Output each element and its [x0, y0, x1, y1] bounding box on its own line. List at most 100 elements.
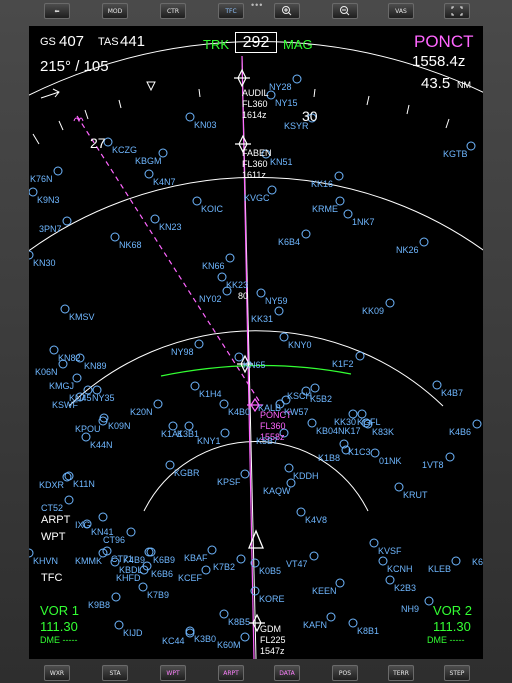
waypoint-label[interactable]: K1B8	[318, 453, 340, 463]
waypoint-label[interactable]: NY02	[199, 294, 222, 304]
waypoint-label[interactable]: K60M	[217, 640, 241, 650]
waypoint-label[interactable]: 01NK	[379, 456, 402, 466]
waypoint-label[interactable]: NK68	[119, 240, 142, 250]
waypoint-label[interactable]: K5B7	[256, 436, 278, 446]
waypoint-label[interactable]: K8B5	[228, 617, 250, 627]
waypoint-label[interactable]: KPSF	[217, 477, 241, 487]
waypoint-label[interactable]: KVSF	[378, 546, 402, 556]
fullscreen-button[interactable]	[444, 3, 470, 19]
waypoint-label[interactable]: K8B1	[357, 626, 379, 636]
waypoint-label[interactable]: KSCH	[287, 391, 312, 401]
waypoint-label[interactable]: KBGM	[135, 156, 162, 166]
waypoint-label[interactable]: K4V8	[305, 515, 327, 525]
waypoint-label[interactable]: KGFL	[357, 417, 381, 427]
waypoint-label[interactable]: KHVN	[33, 556, 58, 566]
data-button[interactable]: DATA	[274, 665, 300, 681]
waypoint-label[interactable]: KGTB	[443, 149, 468, 159]
back-button[interactable]: ⬅	[44, 3, 70, 19]
waypoint-label[interactable]: KEEN	[312, 586, 337, 596]
waypoint-label[interactable]: K4N7	[153, 177, 176, 187]
ctr-button[interactable]: CTR	[160, 3, 186, 19]
waypoint-label[interactable]: K20N	[130, 407, 153, 417]
waypoint-label[interactable]: KN51	[270, 157, 293, 167]
waypoint-label[interactable]: NK17	[338, 426, 361, 436]
terr-button[interactable]: TERR	[388, 665, 414, 681]
map-filter-wpt[interactable]: WPT	[41, 531, 65, 543]
zoom-out-button[interactable]	[332, 3, 358, 19]
waypoint-label[interactable]: KPOU	[75, 424, 101, 434]
waypoint-label[interactable]: K6B6	[151, 569, 173, 579]
waypoint-label[interactable]: K76N	[30, 174, 53, 184]
waypoint-label[interactable]: NK26	[396, 245, 419, 255]
waypoint-label[interactable]: KK23	[226, 280, 248, 290]
waypoint-label[interactable]: K6B9	[153, 555, 175, 565]
waypoint-label[interactable]: KSWF	[52, 400, 78, 410]
waypoint-label[interactable]: K09N	[108, 421, 131, 431]
fp-label-faben[interactable]: FABEN FL360 1611z	[242, 148, 272, 181]
waypoint-label[interactable]: KBAF	[184, 553, 208, 563]
map-filter-tfc[interactable]: TFC	[41, 572, 62, 584]
waypoint-label[interactable]: KN82	[58, 353, 81, 363]
menu-dots-icon[interactable]: •••	[251, 0, 263, 10]
waypoint-label[interactable]: KMGJ	[49, 381, 74, 391]
waypoint-label[interactable]: KNY0	[288, 340, 312, 350]
waypoint-label[interactable]: KVGC	[244, 193, 270, 203]
mod-button[interactable]: MOD	[102, 3, 128, 19]
waypoint-label[interactable]: KMMK	[75, 556, 102, 566]
waypoint-label[interactable]: K06N	[35, 367, 58, 377]
waypoint-label[interactable]: KIJD	[123, 628, 143, 638]
waypoint-label[interactable]: K44N	[90, 440, 113, 450]
waypoint-label[interactable]: NY98	[171, 347, 194, 357]
waypoint-label[interactable]: KLEB	[428, 564, 451, 574]
waypoint-label[interactable]: KRME	[312, 204, 338, 214]
waypoint-label[interactable]: K9N3	[37, 195, 60, 205]
waypoint-label[interactable]: KOIC	[201, 204, 223, 214]
waypoint-label[interactable]: K0B5	[259, 566, 281, 576]
fp-label-gdm[interactable]: GDM FL225 1547z	[260, 624, 286, 657]
waypoint-label[interactable]: K6B4	[278, 237, 300, 247]
waypoint-label[interactable]: 1NK7	[352, 217, 375, 227]
waypoint-label[interactable]: K1C3	[348, 447, 371, 457]
waypoint-label[interactable]: KN89	[84, 361, 107, 371]
arpt-button[interactable]: ARPT	[218, 665, 244, 681]
waypoint-label[interactable]: NY15	[275, 98, 298, 108]
waypoint-label[interactable]: K5B2	[310, 394, 332, 404]
waypoint-label[interactable]: K3B0	[194, 634, 216, 644]
wpt-button[interactable]: WPT	[160, 665, 186, 681]
waypoint-label[interactable]: K9B8	[88, 600, 110, 610]
waypoint-label[interactable]: NY35	[92, 393, 115, 403]
waypoint-label[interactable]: KN30	[33, 258, 56, 268]
waypoint-label[interactable]: NH9	[401, 604, 419, 614]
waypoint-label[interactable]: KCZG	[112, 145, 137, 155]
waypoint-label[interactable]: KDXR	[39, 480, 64, 490]
waypoint-label[interactable]: KN03	[194, 120, 217, 130]
waypoint-label[interactable]: K6B	[472, 557, 483, 567]
waypoint-label[interactable]: KW57	[284, 407, 309, 417]
waypoint-label[interactable]: K1F2	[332, 359, 354, 369]
waypoint-label[interactable]: KC44	[162, 636, 185, 646]
waypoint-label[interactable]: K4B6	[449, 427, 471, 437]
waypoint-label[interactable]: CT96	[103, 535, 125, 545]
waypoint-label[interactable]: IXG	[75, 520, 91, 530]
waypoint-label[interactable]: KALB	[258, 403, 281, 413]
sta-button[interactable]: STA	[102, 665, 128, 681]
waypoint-label[interactable]: K83K	[372, 427, 394, 437]
waypoint-label[interactable]: NY28	[269, 82, 292, 92]
waypoint-label[interactable]: KDDH	[293, 471, 319, 481]
tfc-button[interactable]: TFC	[218, 3, 244, 19]
wxr-button[interactable]: WXR	[44, 665, 70, 681]
waypoint-label[interactable]: KRUT	[403, 490, 428, 500]
waypoint-label[interactable]: KN23	[159, 222, 182, 232]
waypoint-label[interactable]: KN66	[202, 261, 225, 271]
waypoint-label[interactable]: KGBR	[174, 468, 200, 478]
fp-label-audil[interactable]: AUDIL FL360 1614z	[242, 88, 269, 121]
waypoint-label[interactable]: KORE	[259, 594, 285, 604]
waypoint-label[interactable]: KK16	[311, 179, 333, 189]
step-button[interactable]: STEP	[444, 665, 470, 681]
waypoint-label[interactable]: KK09	[362, 306, 384, 316]
waypoint-label[interactable]: KHFD	[116, 573, 141, 583]
waypoint-label[interactable]: KCEF	[178, 573, 202, 583]
waypoint-label[interactable]: K3B1	[177, 429, 199, 439]
zoom-in-button[interactable]	[274, 3, 300, 19]
navigation-display[interactable]: GS 407 TAS 441 215° / 105 TRK 292 MAG PO…	[29, 26, 483, 659]
